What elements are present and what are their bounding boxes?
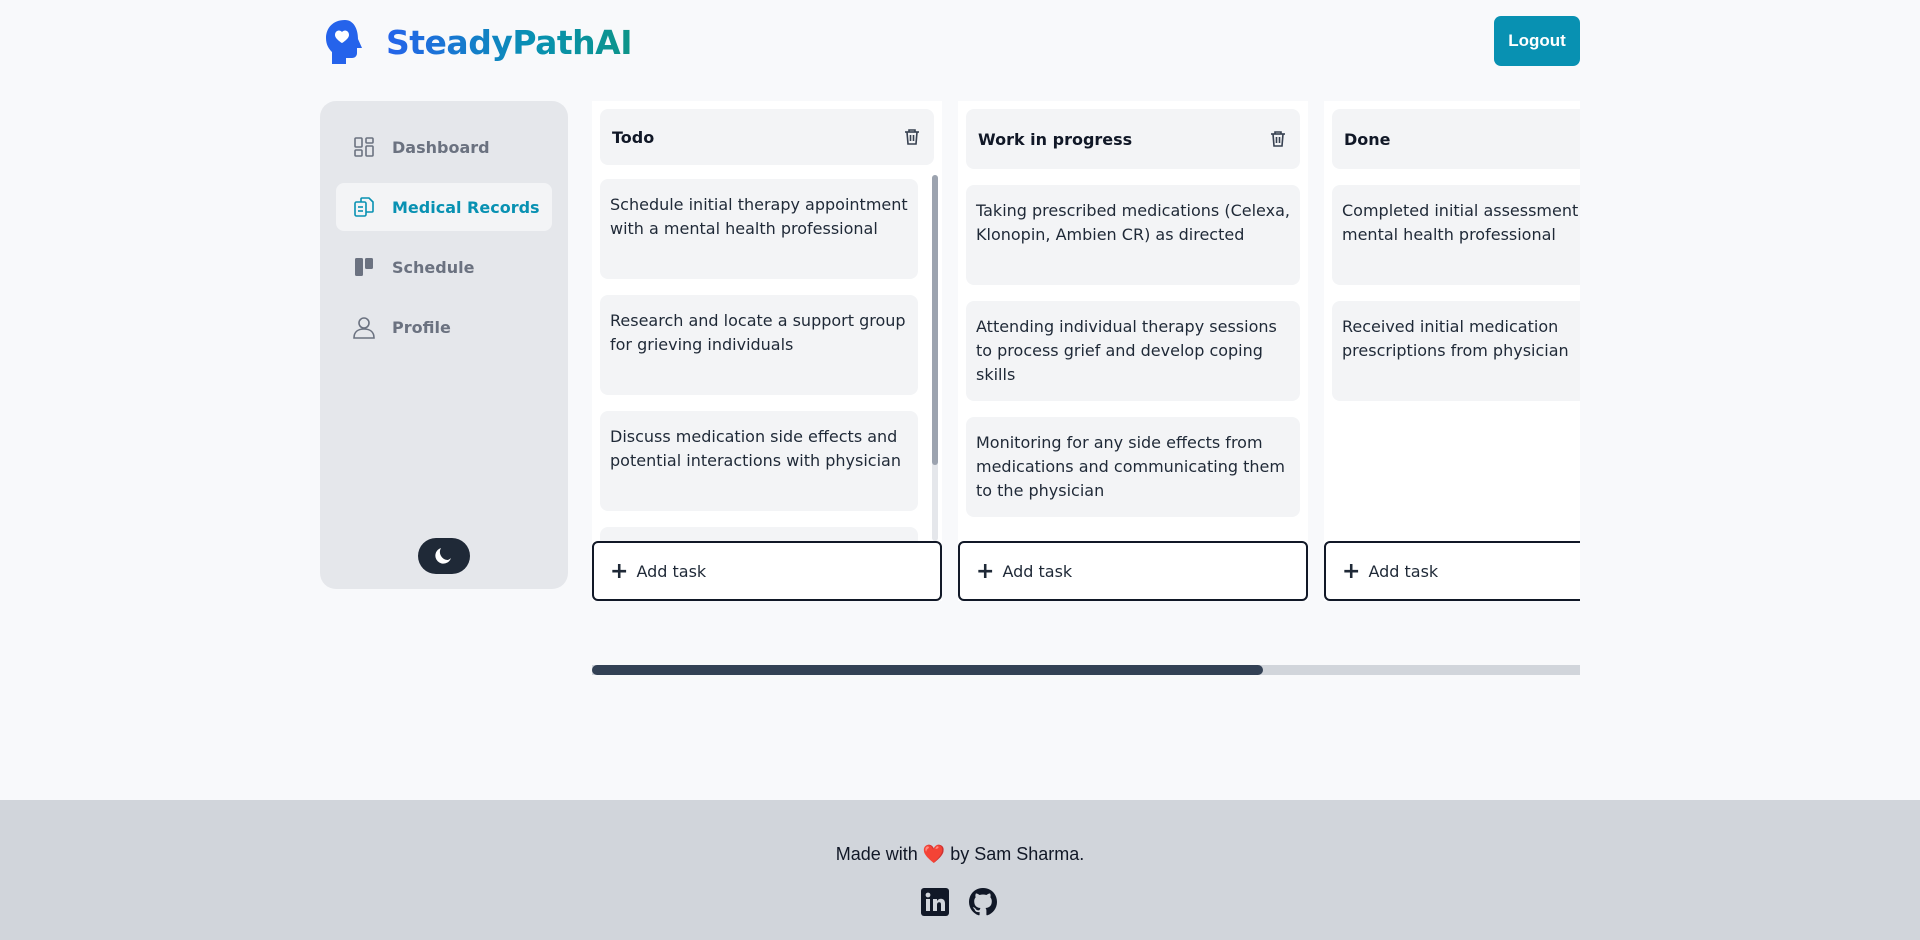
column-header[interactable]: Todo xyxy=(600,109,934,165)
scrollbar-thumb[interactable] xyxy=(932,175,938,465)
board-horizontal-scrollbar[interactable] xyxy=(592,665,1580,675)
plus-icon: + xyxy=(976,558,995,584)
sidebar-item-label: Schedule xyxy=(392,257,475,277)
add-task-label: Add task xyxy=(1002,561,1073,581)
social-links xyxy=(920,886,998,918)
sidebar-item-schedule[interactable]: Schedule xyxy=(336,243,552,291)
task-card[interactable]: Taking prescribed medications (Celexa, K… xyxy=(966,185,1300,285)
footer-credit: Made with ❤️ by Sam Sharma. xyxy=(0,844,1920,865)
task-card[interactable]: Research and locate a support group for … xyxy=(600,295,918,395)
add-task-label: Add task xyxy=(1368,561,1439,581)
logout-button[interactable]: Logout xyxy=(1494,16,1580,66)
github-icon[interactable] xyxy=(968,886,998,918)
column-todo: Todo Schedule initial therapy appointmen… xyxy=(592,101,942,601)
sidebar-item-label: Medical Records xyxy=(392,197,540,217)
sidebar-item-dashboard[interactable]: Dashboard xyxy=(336,123,552,171)
user-icon xyxy=(352,315,376,339)
brand-logo[interactable]: SteadyPathAI xyxy=(324,18,632,66)
plus-icon: + xyxy=(610,558,629,584)
task-card[interactable]: Received initial medication prescription… xyxy=(1332,301,1580,401)
sidebar-item-profile[interactable]: Profile xyxy=(336,303,552,351)
footer-made-with: Made with xyxy=(835,844,918,864)
task-card[interactable]: Monitoring for any side effects from med… xyxy=(966,417,1300,517)
brand-name: SteadyPathAI xyxy=(386,22,632,62)
plus-icon: + xyxy=(1342,558,1361,584)
sidebar: Dashboard Medical Records Schedule Profi… xyxy=(320,101,568,589)
heart-icon: ❤️ xyxy=(922,844,946,864)
task-card[interactable]: Attending individual therapy sessions to… xyxy=(966,301,1300,401)
task-card[interactable]: Completed initial assessment with mental… xyxy=(1332,185,1580,285)
task-card[interactable] xyxy=(600,527,918,541)
column-header[interactable]: Work in progress xyxy=(966,109,1300,169)
documents-icon xyxy=(352,195,376,219)
header: SteadyPathAI Logout xyxy=(0,0,1920,80)
column-scrollbar[interactable] xyxy=(932,175,938,541)
column-title: Work in progress xyxy=(978,129,1133,149)
column-title: Done xyxy=(1344,129,1391,149)
column-header[interactable]: Done xyxy=(1332,109,1580,169)
head-heart-icon xyxy=(326,20,362,64)
add-task-button[interactable]: + Add task xyxy=(958,541,1308,601)
trash-icon[interactable] xyxy=(1268,129,1288,149)
add-task-label: Add task xyxy=(636,561,707,581)
sidebar-item-medical-records[interactable]: Medical Records xyxy=(336,183,552,231)
column-work-in-progress: Work in progress Taking prescribed medic… xyxy=(958,101,1308,601)
linkedin-icon[interactable] xyxy=(920,886,950,918)
task-card[interactable]: Schedule initial therapy appointment wit… xyxy=(600,179,918,279)
sidebar-item-label: Profile xyxy=(392,317,451,337)
add-task-button[interactable]: + Add task xyxy=(1324,541,1580,601)
kanban-board: Todo Schedule initial therapy appointmen… xyxy=(592,101,1580,605)
dashboard-icon xyxy=(352,135,376,159)
column-title: Todo xyxy=(612,127,655,147)
footer-author: by Sam Sharma. xyxy=(950,844,1085,864)
moon-icon xyxy=(435,548,451,564)
column-done: Done Completed initial assessment with m… xyxy=(1324,101,1580,601)
card-list: Taking prescribed medications (Celexa, K… xyxy=(966,185,1300,541)
card-list: Completed initial assessment with mental… xyxy=(1332,185,1580,541)
trash-icon[interactable] xyxy=(902,127,922,147)
sidebar-item-label: Dashboard xyxy=(392,137,490,157)
theme-toggle[interactable] xyxy=(418,538,470,574)
task-card[interactable]: Discuss medication side effects and pote… xyxy=(600,411,918,511)
card-list: Schedule initial therapy appointment wit… xyxy=(600,179,934,541)
footer: Made with ❤️ by Sam Sharma. xyxy=(0,800,1920,940)
add-task-button[interactable]: + Add task xyxy=(592,541,942,601)
kanban-icon xyxy=(352,255,376,279)
scrollbar-thumb[interactable] xyxy=(592,665,1263,675)
